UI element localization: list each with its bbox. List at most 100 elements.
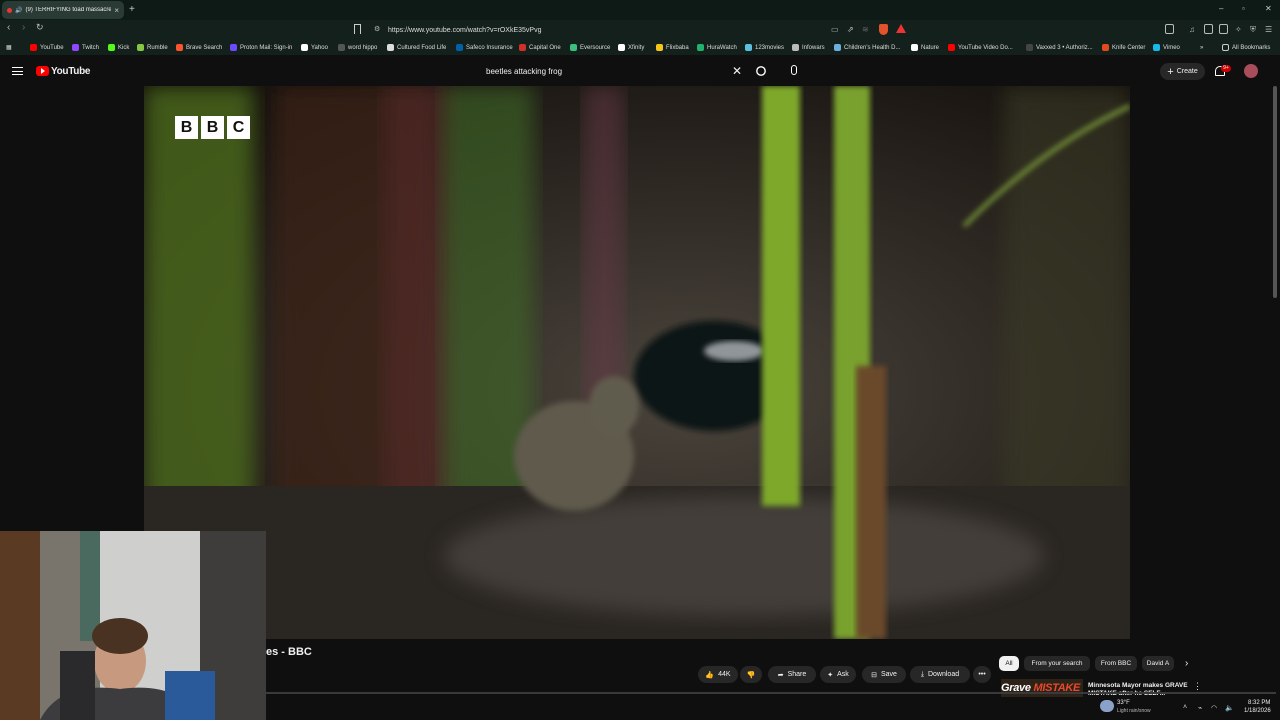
bookmark-safeco[interactable]: Safeco Insurance <box>456 42 513 53</box>
bookmark-nature[interactable]: Nature <box>911 42 939 53</box>
bookmark-knife-center[interactable]: Knife Center <box>1102 42 1145 53</box>
brave-shields-icon[interactable] <box>879 24 888 35</box>
share-button[interactable]: ➦ Share <box>768 666 816 683</box>
hamburger-menu-icon[interactable] <box>12 67 23 75</box>
weather-cloud-icon[interactable] <box>1100 700 1114 712</box>
bookmark-proton-mail[interactable]: Proton Mail: Sign-in <box>230 42 292 53</box>
rss-icon[interactable]: ≋ <box>862 25 869 34</box>
thumbs-up-icon: 👍 <box>705 671 715 679</box>
bookmark-infowars[interactable]: Infowars <box>792 42 825 53</box>
chip-all[interactable]: All <box>999 656 1019 671</box>
more-actions-button[interactable]: ••• <box>973 666 991 683</box>
ask-button[interactable]: ✦ Ask <box>820 666 856 683</box>
kick-favicon-icon <box>108 44 115 51</box>
youtube-logo-icon[interactable] <box>36 66 49 76</box>
bookmark-childrens-health[interactable]: Children's Health D... <box>834 42 901 53</box>
search-icon[interactable] <box>756 66 766 76</box>
share-page-icon[interactable]: ⇗ <box>847 25 854 34</box>
bookmark-capital-one[interactable]: Capital One <box>519 42 561 53</box>
browser-tab-active[interactable]: 🔊 (9) TERRIFYING toad massacre by beetle… <box>2 1 124 19</box>
clock-date[interactable]: 1/18/2026 <box>1244 708 1271 714</box>
maximize-button[interactable]: ▫ <box>1242 4 1245 13</box>
new-tab-button[interactable]: + <box>129 4 135 15</box>
all-bookmarks-button[interactable]: All Bookmarks <box>1222 42 1270 53</box>
save-button[interactable]: ⊟ Save <box>862 666 906 683</box>
vpn-shield-icon[interactable]: ⛨ <box>1250 25 1256 35</box>
browser-menu-icon[interactable]: ☰ <box>1265 25 1272 34</box>
chevron-right-icon[interactable]: › <box>1185 658 1188 669</box>
chip-from-bbc[interactable]: From BBC <box>1095 656 1137 671</box>
bookmark-brave-search[interactable]: Brave Search <box>176 42 222 53</box>
bookmark-word-hippo[interactable]: word hippo <box>338 42 377 53</box>
weather-temperature[interactable]: 33°F <box>1117 700 1130 706</box>
microphone-icon[interactable] <box>791 65 797 75</box>
download-button[interactable]: ⤓ Download <box>910 666 970 683</box>
close-window-button[interactable]: ✕ <box>1265 4 1272 13</box>
bookmark-cultured-food-life[interactable]: Cultured Food Life <box>387 42 446 53</box>
rumble-favicon-icon <box>137 44 144 51</box>
bookmark-vaxxed[interactable]: Vaxxed 3 • Authoriz... <box>1026 42 1093 53</box>
bookmark-eversource[interactable]: Eversource <box>570 42 610 53</box>
clock-time[interactable]: 8:32 PM <box>1248 700 1270 706</box>
wifi-icon[interactable]: ◠ <box>1211 704 1217 712</box>
minimize-button[interactable]: – <box>1219 4 1223 13</box>
video-player[interactable]: B B C <box>144 86 1130 639</box>
bookmark-xfinity[interactable]: Xfinity <box>618 42 644 53</box>
cast-icon[interactable]: ▭ <box>831 25 839 34</box>
bookmarks-overflow-button[interactable]: » <box>1200 42 1203 53</box>
sidebar-toggle-icon[interactable] <box>1165 24 1174 34</box>
bookmark-vimeo[interactable]: Vimeo <box>1153 42 1180 53</box>
bookmark-kick[interactable]: Kick <box>108 42 129 53</box>
apps-grid-icon[interactable]: ▦ <box>6 42 12 53</box>
bookmark-hurawatch[interactable]: HuraWatch <box>697 42 737 53</box>
music-extension-icon[interactable]: ♫ <box>1189 25 1195 34</box>
extension-icon[interactable] <box>1204 24 1213 34</box>
create-button[interactable]: + Create <box>1160 63 1205 80</box>
clear-search-icon[interactable]: ✕ <box>732 64 742 78</box>
puzzle-extensions-icon[interactable]: ✧ <box>1235 25 1242 34</box>
bookmark-rumble[interactable]: Rumble <box>137 42 168 53</box>
bookmark-flixbaba[interactable]: Flixbaba <box>656 42 689 53</box>
site-info-icon[interactable]: ⚙ <box>374 25 380 33</box>
hurawatch-favicon-icon <box>697 44 704 51</box>
bookmark-youtube-video-downloader[interactable]: YouTube Video Do... <box>948 42 1013 53</box>
chip-from-your-search[interactable]: From your search <box>1024 656 1090 671</box>
page-scrollbar[interactable] <box>1273 86 1277 298</box>
capital-one-favicon-icon <box>519 44 526 51</box>
search-input[interactable]: beetles attacking frog <box>486 67 562 76</box>
account-avatar[interactable] <box>1244 64 1258 78</box>
like-button[interactable]: 👍 44K <box>698 666 738 683</box>
vaxxed-favicon-icon <box>1026 44 1033 51</box>
knife-center-favicon-icon <box>1102 44 1109 51</box>
bookmark-icon: ⊟ <box>871 671 877 679</box>
close-icon[interactable]: × <box>114 6 119 15</box>
brave-rewards-icon[interactable] <box>896 24 906 33</box>
123movies-favicon-icon <box>745 44 752 51</box>
extension-icon[interactable] <box>1219 24 1228 34</box>
plus-icon: + <box>1167 65 1174 78</box>
bookmark-123movies[interactable]: 123movies <box>745 42 784 53</box>
youtube-logo-text[interactable]: YouTube <box>51 66 91 77</box>
chip-david-a[interactable]: David A <box>1142 656 1174 671</box>
kebab-menu-icon[interactable]: ⋮ <box>1193 681 1202 692</box>
reload-icon[interactable]: ↻ <box>36 22 44 33</box>
network-icon[interactable]: ⌁ <box>1198 704 1202 712</box>
bookmark-youtube[interactable]: YouTube <box>30 42 64 53</box>
recommendation-title[interactable]: Minnesota Mayor makes GRAVE MISTAKE afte… <box>1088 682 1192 698</box>
bookmark-twitch[interactable]: Twitch <box>72 42 99 53</box>
volume-icon[interactable]: 🔈 <box>1225 704 1234 712</box>
bookmark-yahoo[interactable]: Yahoo <box>301 42 328 53</box>
tab-title: (9) TERRIFYING toad massacre by beetles … <box>25 7 112 13</box>
tray-overflow-icon[interactable]: ˄ <box>1183 704 1187 711</box>
youtube-downloader-favicon-icon <box>948 44 955 51</box>
wordhippo-favicon-icon <box>338 44 345 51</box>
url-input[interactable]: https://www.youtube.com/watch?v=rOXkE35v… <box>370 22 910 38</box>
dislike-button[interactable]: 👎 <box>740 666 762 683</box>
flixbaba-favicon-icon <box>656 44 663 51</box>
back-arrow-icon[interactable]: ‹ <box>7 22 10 33</box>
infowars-favicon-icon <box>792 44 799 51</box>
page-divider <box>266 692 1276 694</box>
forward-arrow-icon[interactable]: › <box>22 22 25 33</box>
browser-tab-bar <box>0 0 1280 20</box>
bookmark-page-icon[interactable] <box>354 24 361 34</box>
